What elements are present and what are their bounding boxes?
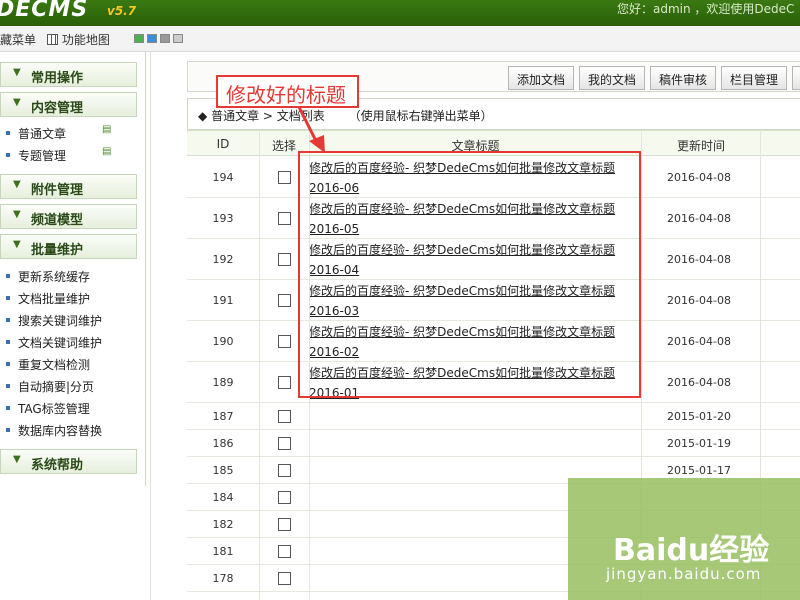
group-label: 批量维护 [31,243,84,258]
chevron-down-icon: ▼ [13,97,21,108]
audit-button[interactable]: 稿件审核 [650,66,716,90]
grid-icon [47,34,58,45]
group-label: 系统帮助 [31,458,84,473]
column-line [259,130,260,600]
sidebar-item-auto-summary[interactable]: 自动摘要|分页 [6,378,94,395]
row-id: 193 [212,212,234,225]
row-id: 178 [212,572,234,585]
group-label: 频道模型 [31,213,84,228]
group-label: 常用操作 [31,71,84,86]
group-channel[interactable]: ▼ 频道模型 [0,204,137,229]
row-id: 184 [212,491,234,504]
row-date: 2016-04-08 [667,335,731,348]
row-checkbox[interactable] [278,518,291,531]
function-map-label: 功能地图 [61,33,110,47]
sidebar: ▼ 常用操作 ▼ 内容管理 普通文章 ▤ 专题管理 ▤ ▼ 附件管理 ▼ 频道模型 ▼ 批… [0,52,146,486]
row-date: 2016-04-08 [667,253,731,266]
row-checkbox[interactable] [278,376,291,389]
version-label: v5.7 [107,4,137,18]
skin-blue-swatch[interactable] [147,34,157,43]
group-help[interactable]: ▼ 系统帮助 [0,449,137,474]
function-map-link[interactable]: 功能地图 [47,31,110,48]
chevron-down-icon: ▼ [13,239,21,250]
group-common[interactable]: ▼ 常用操作 [0,62,137,87]
add-document-button[interactable]: 添加文档 [508,66,574,90]
row-checkbox[interactable] [278,410,291,423]
row-checkbox[interactable] [278,294,291,307]
watermark-brand: Baidu经验 [613,533,770,568]
add-page-icon[interactable]: ▤ [102,146,111,157]
chevron-down-icon: ▼ [13,67,21,78]
row-id: 186 [212,437,234,450]
row-checkbox[interactable] [278,464,291,477]
row-checkbox[interactable] [278,212,291,225]
row-id: 192 [212,253,234,266]
row-id: 191 [212,294,234,307]
row-id: 187 [212,410,234,423]
row-date: 2015-01-19 [667,437,731,450]
row-id: 190 [212,335,234,348]
breadcrumb-separator: > [262,109,273,123]
row-id: 194 [212,171,234,184]
chevron-down-icon: ▼ [13,454,21,465]
logo: DECMS [0,0,89,22]
panel-divider[interactable] [150,52,151,600]
sidebar-item-doc-keywords[interactable]: 文档关键词维护 [6,334,102,351]
table-row: 186 2015-01-19 [187,430,800,457]
row-checkbox[interactable] [278,572,291,585]
row-date: 2015-01-17 [667,464,731,477]
row-date: 2016-04-08 [667,171,731,184]
row-date: 2016-04-08 [667,212,731,225]
menu-bar: 藏菜单 功能地图 [0,26,800,52]
sidebar-item-cache[interactable]: 更新系统缓存 [6,268,90,285]
sidebar-item-batch-docs[interactable]: 文档批量维护 [6,290,90,307]
skin-light-swatch[interactable] [173,34,183,43]
row-checkbox[interactable] [278,491,291,504]
group-content[interactable]: ▼ 内容管理 [0,92,137,117]
row-checkbox[interactable] [278,253,291,266]
row-date: 2015-01-20 [667,410,731,423]
header-id: ID [216,137,230,151]
sidebar-item-articles[interactable]: 普通文章 [6,125,66,142]
chevron-down-icon: ▼ [13,209,21,220]
group-label: 附件管理 [31,183,84,198]
row-checkbox[interactable] [278,171,291,184]
greeting-text: 您好：admin ，欢迎使用DedeC [617,2,795,16]
sidebar-item-db-replace[interactable]: 数据库内容替换 [6,422,102,439]
hide-menu-link[interactable]: 藏菜单 [0,31,36,48]
group-attach[interactable]: ▼ 附件管理 [0,174,137,199]
chevron-down-icon: ▼ [13,179,21,190]
annotation-label: 修改好的标题 [216,75,359,108]
row-id: 181 [212,545,234,558]
row-checkbox[interactable] [278,437,291,450]
breadcrumb-hint: （使用鼠标右键弹出菜单） [348,109,493,123]
top-bar: DECMS v5.7 您好：admin ，欢迎使用DedeC [0,0,800,26]
row-id: 189 [212,376,234,389]
diamond-icon: ◆ [198,109,208,123]
skin-gray-swatch[interactable] [160,34,170,43]
my-documents-button[interactable]: 我的文档 [579,66,645,90]
breadcrumb-articles[interactable]: 普通文章 [211,109,259,123]
more-button[interactable] [792,66,800,90]
add-page-icon[interactable]: ▤ [102,124,111,135]
row-id: 185 [212,464,234,477]
annotation-arrow [297,106,325,153]
column-manage-button[interactable]: 栏目管理 [721,66,787,90]
group-label: 内容管理 [31,101,84,116]
highlight-box [298,151,641,398]
row-checkbox[interactable] [278,335,291,348]
row-date: 2016-04-08 [667,376,731,389]
row-id: 182 [212,518,234,531]
sidebar-item-search-keywords[interactable]: 搜索关键词维护 [6,312,102,329]
header-updated: 更新时间 [676,139,725,153]
table-row: 187 2015-01-20 [187,403,800,430]
group-batch[interactable]: ▼ 批量维护 [0,234,137,259]
row-checkbox[interactable] [278,545,291,558]
row-date: 2016-04-08 [667,294,731,307]
sidebar-item-tags[interactable]: TAG标签管理 [6,400,90,417]
sidebar-item-topics[interactable]: 专题管理 [6,147,66,164]
skin-green-swatch[interactable] [134,34,144,43]
watermark-url: jingyan.baidu.com [606,565,762,583]
sidebar-item-duplicate-check[interactable]: 重复文档检测 [6,356,90,373]
